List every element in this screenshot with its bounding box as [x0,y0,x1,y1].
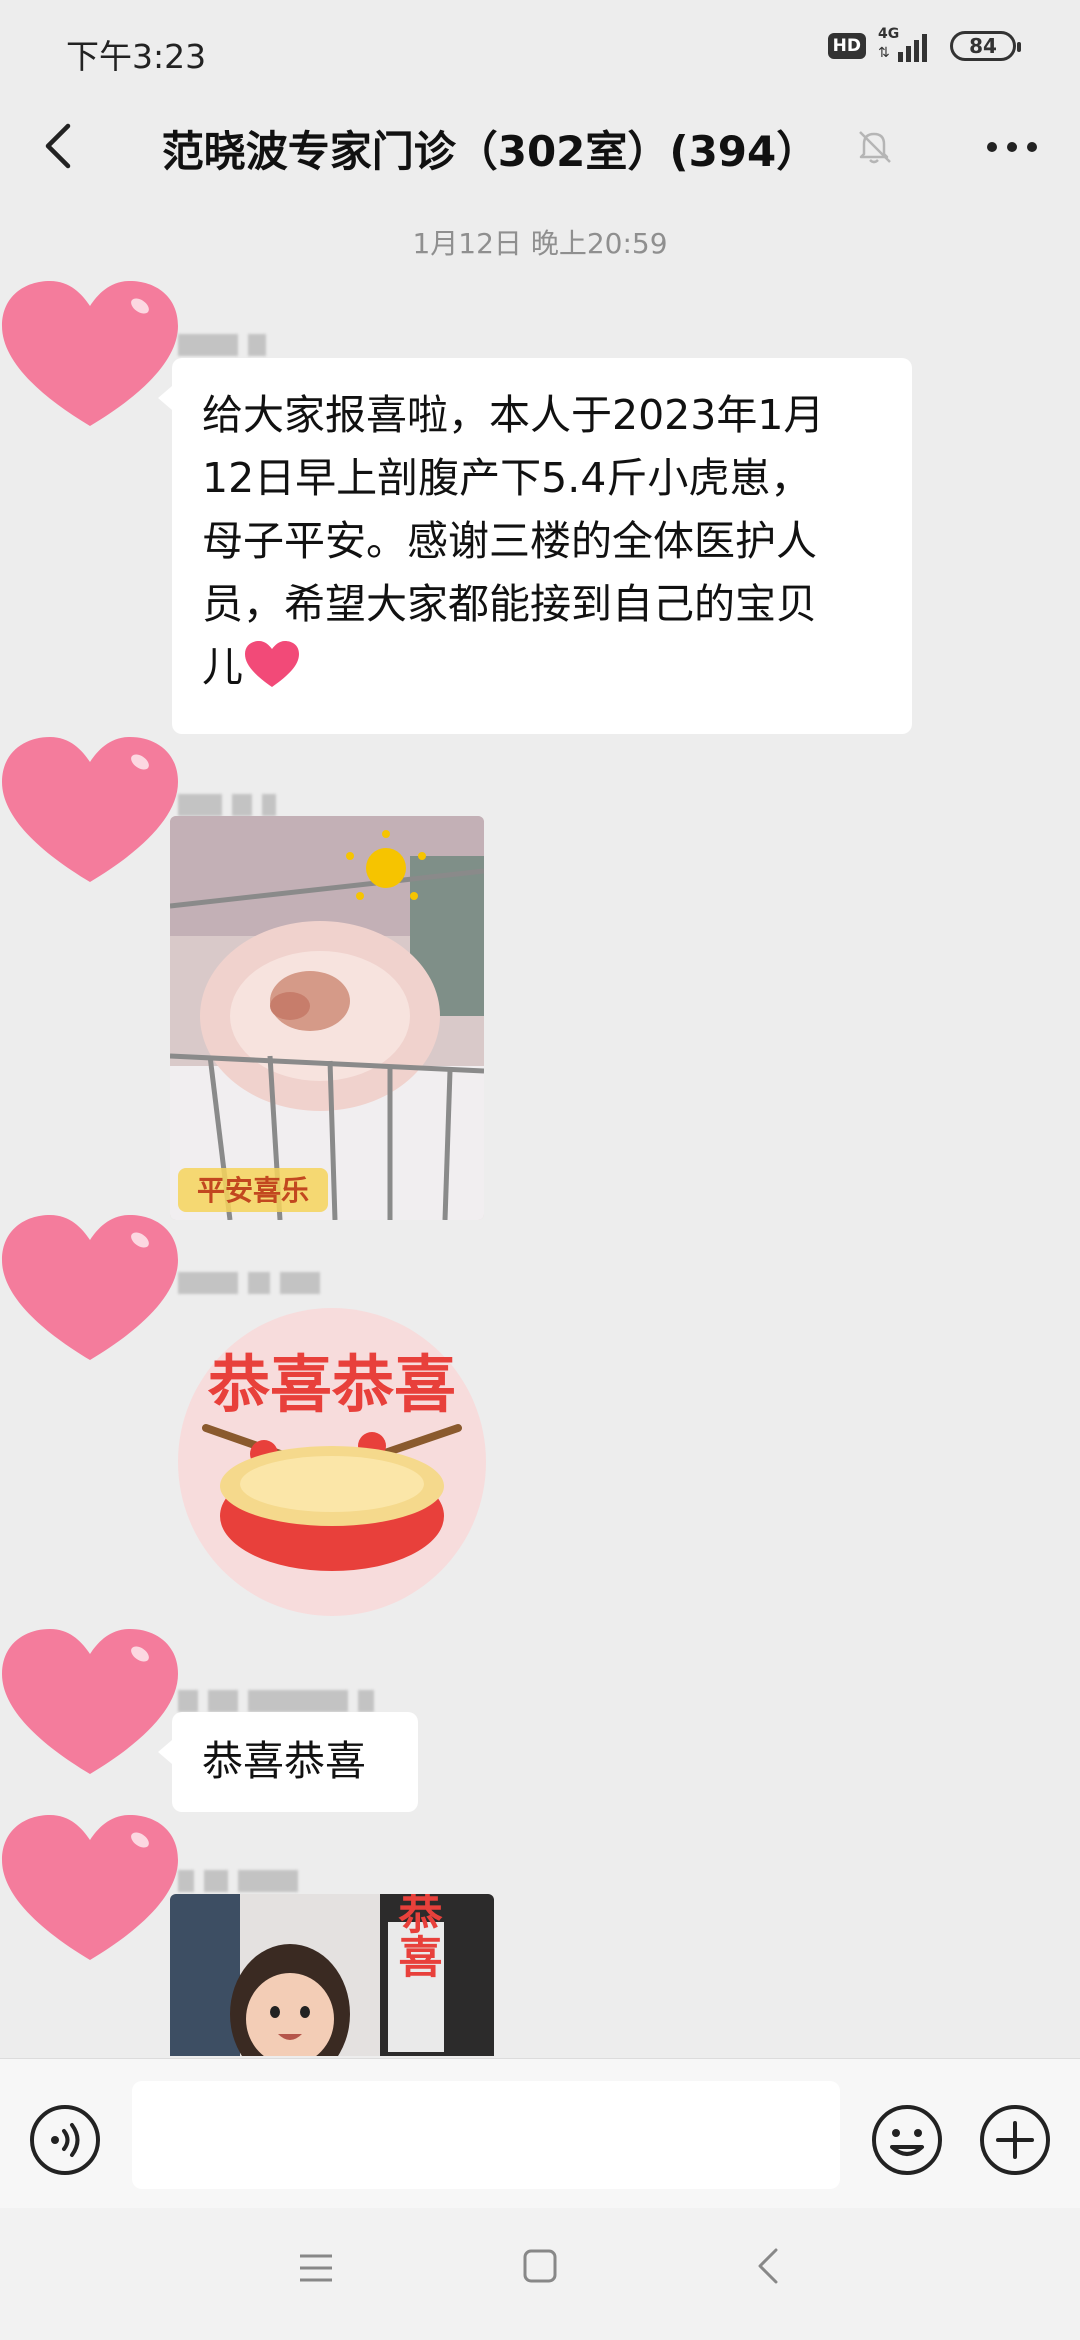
sender-name-blurred [178,1268,320,1298]
back-button[interactable] [30,114,94,178]
sender-name-blurred [178,1866,298,1896]
network-type: 4G [878,26,900,42]
message-bubble[interactable]: 给大家报喜啦，本人于2023年1月 12日早上剖腹产下5.4斤小虎崽， 母子平安… [158,358,912,734]
signal-bars-icon [898,32,927,62]
more-options-button[interactable] [980,122,1044,172]
message-bubble[interactable]: 恭喜恭喜 [158,1712,418,1812]
sender-name-blurred [178,330,266,360]
heart-avatar[interactable] [0,1210,180,1370]
message-timestamp: 1月12日 晚上20:59 [412,227,668,260]
kid-photo[interactable]: 恭喜 [170,1894,494,2056]
menu-icon[interactable] [296,2248,336,2288]
sticker-text: 恭喜恭喜 [207,1348,456,1421]
message-line: 儿 [202,643,243,691]
message-text: 恭喜恭喜 [202,1737,366,1785]
battery-indicator: 84 [950,31,1021,61]
emoji-button[interactable] [870,2103,944,2177]
nav-back-icon[interactable] [748,2244,788,2288]
heart-avatar[interactable] [0,1624,180,1784]
status-icons: HD 4G ⇅ 84 [827,26,1021,64]
signal-icon: 4G ⇅ [878,26,938,64]
home-icon[interactable] [520,2246,560,2286]
status-time: 下午3:23 [66,37,207,76]
voice-button[interactable] [28,2103,102,2177]
message-line: 母子平安。感谢三楼的全体医护人 [202,517,817,565]
baby-photo[interactable]: 平安喜乐 [170,816,484,1220]
heart-avatar[interactable] [0,1810,180,1970]
message-line: 员，希望大家都能接到自己的宝贝 [202,580,817,628]
bell-off-icon [859,131,891,164]
congrats-sticker[interactable]: 恭喜恭喜 [176,1306,488,1618]
message-line: 12日早上剖腹产下5.4斤小虎崽， [202,454,812,502]
hd-badge: HD [827,33,866,59]
message-input[interactable] [132,2081,840,2189]
message-line-last: 儿 [202,636,882,699]
heart-avatar[interactable] [0,732,180,892]
photo-caption: 恭喜 [391,1894,444,1978]
chat-title: 范晓波专家门诊（302室）(394） [161,127,819,176]
system-nav-bar [0,2208,1080,2340]
photo-caption: 平安喜乐 [197,1174,309,1207]
message-line: 给大家报喜啦，本人于2023年1月 [202,391,825,439]
heart-emoji-icon [245,641,299,687]
chat-header: 范晓波专家门诊（302室）(394） [0,100,1080,192]
status-bar: 下午3:23 HD 4G ⇅ 84 [0,0,1080,100]
heart-avatar[interactable] [0,276,180,436]
chat-input-bar [0,2058,1080,2209]
data-arrows-icon: ⇅ [878,45,890,61]
plus-button[interactable] [978,2103,1052,2177]
